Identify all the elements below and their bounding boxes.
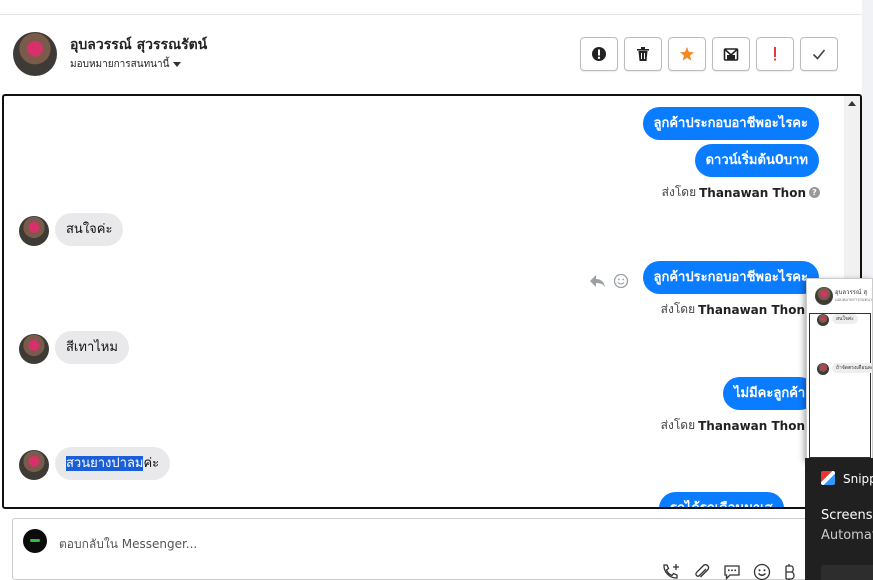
sender-name: Thanawan Thon bbox=[699, 185, 806, 200]
call-add-icon[interactable] bbox=[661, 563, 681, 580]
exclamation-icon bbox=[774, 47, 776, 61]
notification-app-name: Snipp bbox=[843, 472, 873, 486]
exclamation-circle-icon bbox=[592, 47, 606, 61]
notification-title: Screensh bbox=[821, 508, 873, 523]
sent-by-label: ส่งโดย Thanawan Thon bbox=[661, 300, 805, 319]
star-button[interactable] bbox=[668, 37, 706, 71]
incoming-message[interactable]: สวนยางปาลมค่ะ bbox=[55, 447, 171, 480]
snipping-tool-notification[interactable]: Snipp Screensh Automat bbox=[805, 458, 873, 580]
message-text-rest: ค่ะ bbox=[143, 456, 160, 471]
sent-by-label: ส่งโดย Thanawan Thon ? bbox=[662, 183, 820, 202]
selected-text[interactable]: สวนยางปาลม bbox=[66, 456, 144, 471]
baht-icon[interactable] bbox=[783, 563, 797, 580]
mark-unread-button[interactable] bbox=[712, 37, 750, 71]
contact-avatar-small bbox=[19, 450, 49, 480]
delete-button[interactable] bbox=[624, 37, 662, 71]
sent-by-prefix: ส่งโดย bbox=[661, 185, 697, 199]
emoji-icon[interactable] bbox=[753, 563, 771, 580]
mark-unread-icon bbox=[723, 48, 739, 61]
notification-action-button[interactable] bbox=[821, 565, 873, 580]
preview-subtitle: มอบหมายการสนทนา bbox=[835, 297, 873, 302]
composer-tools bbox=[661, 563, 797, 580]
caret-down-icon bbox=[173, 62, 182, 67]
conversation-header: อุบลวรรณ์ สุวรรณรัตน์ มอบหมายการสนทนานี้ bbox=[0, 15, 862, 93]
outgoing-message[interactable]: ลูกค้าประกอบอาชีพอะไรคะ bbox=[642, 261, 819, 294]
sender-name: Thanawan Thon bbox=[698, 418, 805, 433]
reply-input[interactable]: ตอบกลับใน Messenger... bbox=[59, 535, 197, 554]
outgoing-message[interactable]: รถได้รถเดือนมาเส bbox=[659, 492, 784, 507]
trash-icon bbox=[637, 47, 649, 61]
outgoing-message[interactable]: ไม่มีคะลูกค้า bbox=[723, 377, 817, 410]
outgoing-message[interactable]: ลูกค้าประกอบอาชีพอะไรคะ bbox=[642, 107, 819, 140]
important-button[interactable] bbox=[756, 37, 794, 71]
notification-body: Automat bbox=[821, 528, 873, 543]
contact-name[interactable]: อุบลวรรณ์ สุวรรณรัตน์ bbox=[70, 34, 207, 56]
contact-avatar-small bbox=[19, 216, 49, 246]
messenger-inbox: อุบลวรรณ์ สุวรรณรัตน์ มอบหมายการสนทนานี้ bbox=[0, 0, 873, 580]
reply-icon[interactable] bbox=[589, 273, 607, 289]
contact-avatar-small bbox=[817, 314, 829, 326]
contact-avatar[interactable] bbox=[13, 32, 57, 76]
incoming-message[interactable]: สีเทาไหม bbox=[55, 331, 129, 364]
emoji-reaction-icon[interactable] bbox=[613, 273, 629, 289]
header-actions bbox=[580, 37, 838, 71]
check-icon bbox=[812, 49, 826, 60]
contact-avatar-small bbox=[815, 287, 833, 305]
saved-reply-icon[interactable] bbox=[723, 563, 741, 580]
contact-avatar-small bbox=[19, 334, 49, 364]
preview-message: สนใจค่ะ bbox=[832, 314, 858, 324]
preview-thread bbox=[809, 313, 871, 458]
incoming-message[interactable]: สนใจค่ะ bbox=[55, 213, 124, 246]
assign-label: มอบหมายการสนทนานี้ bbox=[70, 59, 170, 70]
message-thread[interactable]: ลูกค้าประกอบอาชีพอะไรคะ ดาวน์เริ่มต้น0บา… bbox=[2, 94, 862, 509]
preview-message: ถ้าจัดตรงเดือนละ bbox=[832, 363, 872, 373]
snipping-tool-icon bbox=[821, 471, 835, 485]
sent-by-label: ส่งโดย Thanawan Thon bbox=[661, 416, 805, 435]
mark-spam-button[interactable] bbox=[580, 37, 618, 71]
question-icon[interactable]: ? bbox=[809, 187, 820, 198]
sent-by-prefix: ส่งโดย bbox=[660, 418, 696, 432]
paperclip-icon[interactable] bbox=[693, 563, 711, 580]
star-icon bbox=[680, 47, 694, 61]
page-avatar bbox=[23, 529, 47, 553]
outgoing-message[interactable]: ดาวน์เริ่มต้น0บาท bbox=[694, 144, 819, 177]
scroll-up-arrow-icon[interactable] bbox=[848, 101, 856, 106]
sent-by-prefix: ส่งโดย bbox=[660, 302, 696, 316]
contact-avatar-small bbox=[817, 363, 829, 375]
sender-name: Thanawan Thon bbox=[698, 302, 805, 317]
reply-composer[interactable]: ตอบกลับใน Messenger... bbox=[12, 518, 862, 580]
assign-conversation-dropdown[interactable]: มอบหมายการสนทนานี้ bbox=[70, 57, 182, 72]
chat-preview-window[interactable]: อุบลวรรณ์ สุ มอบหมายการสนทนา สนใจค่ะ ถ้า… bbox=[806, 278, 873, 460]
mark-done-button[interactable] bbox=[800, 37, 838, 71]
